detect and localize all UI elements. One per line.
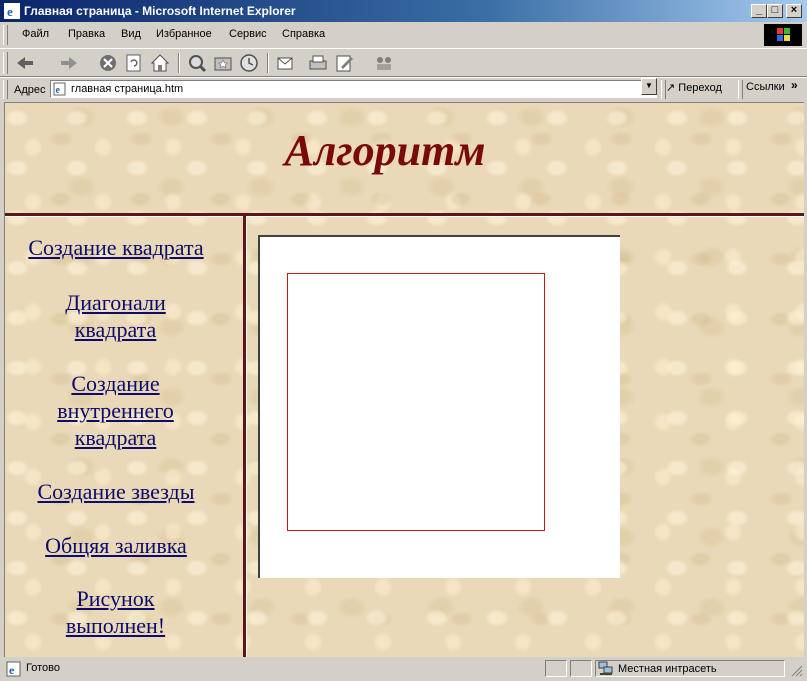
nav-link-fill[interactable]: Общяя заливка bbox=[11, 532, 221, 559]
go-arrow-icon: ↗ bbox=[666, 82, 676, 94]
go-button[interactable]: ↗ Переход bbox=[666, 81, 722, 94]
page-title: Алгоритм bbox=[284, 126, 486, 175]
intranet-icon bbox=[598, 661, 613, 675]
menu-file[interactable]: Файл bbox=[22, 28, 49, 40]
menu-view[interactable]: Вид bbox=[121, 28, 141, 40]
minimize-button[interactable]: _ bbox=[751, 4, 767, 18]
nav-link-drawing-done[interactable]: Рисунок выполнен! bbox=[43, 585, 188, 639]
toolbar-grip bbox=[3, 52, 8, 74]
back-icon[interactable] bbox=[14, 52, 36, 74]
status-bar: e Готово Местная интрасеть bbox=[0, 657, 807, 681]
links-grip bbox=[738, 80, 743, 99]
menu-favorites[interactable]: Избранное bbox=[156, 28, 212, 40]
nav-link-square-diagonals[interactable]: Диагонали квадрата bbox=[33, 289, 198, 343]
title-bar: e Главная страница - Microsoft Internet … bbox=[0, 0, 807, 22]
status-panel bbox=[545, 660, 567, 677]
svg-text:e: e bbox=[9, 663, 15, 677]
home-icon[interactable] bbox=[149, 52, 171, 74]
frame-separator-vertical[interactable] bbox=[243, 216, 247, 657]
zone-text: Местная интрасеть bbox=[618, 663, 717, 675]
svg-text:e: e bbox=[56, 85, 61, 96]
edit-icon[interactable] bbox=[334, 52, 356, 74]
links-button[interactable]: Ссылки bbox=[746, 81, 785, 93]
search-icon[interactable] bbox=[186, 52, 208, 74]
toolbar-separator bbox=[178, 53, 180, 73]
drawing-canvas bbox=[258, 235, 620, 578]
toolbar: ▼ ▼ ▼ ▼ ▼ bbox=[0, 49, 807, 114]
menu-tools[interactable]: Сервис bbox=[229, 28, 267, 40]
resize-grip-icon[interactable] bbox=[791, 665, 803, 677]
windows-logo-icon bbox=[764, 24, 802, 46]
menu-help[interactable]: Справка bbox=[282, 28, 325, 40]
menubar-grip bbox=[3, 25, 8, 45]
go-label: Переход bbox=[678, 82, 722, 94]
menu-edit[interactable]: Правка bbox=[68, 28, 105, 40]
addressbar-grip bbox=[3, 80, 8, 99]
nav-link-create-inner-square[interactable]: Создание внутреннего квадрата bbox=[33, 370, 198, 451]
history-icon[interactable] bbox=[238, 52, 260, 74]
window-title: Главная страница - Microsoft Internet Ex… bbox=[24, 4, 296, 18]
address-input[interactable]: e главная страница.htm bbox=[50, 80, 657, 98]
page-content: Алгоритм Создание квадрата Диагонали ква… bbox=[4, 102, 804, 657]
status-panel bbox=[570, 660, 592, 677]
address-label: Адрес bbox=[14, 84, 46, 96]
discuss-icon[interactable] bbox=[373, 52, 395, 74]
maximize-button[interactable]: □ bbox=[767, 4, 783, 18]
address-value: главная страница.htm bbox=[71, 83, 184, 95]
stop-icon[interactable] bbox=[97, 52, 119, 74]
refresh-icon[interactable] bbox=[123, 52, 145, 74]
chevron-down-icon: ▼ bbox=[645, 81, 653, 90]
red-square-outline bbox=[287, 273, 545, 531]
ie-status-icon: e bbox=[6, 661, 21, 677]
forward-icon[interactable] bbox=[58, 52, 80, 74]
toolbar-separator bbox=[267, 53, 269, 73]
close-button[interactable]: × bbox=[786, 4, 802, 18]
links-more-icon[interactable]: » bbox=[791, 78, 798, 92]
ie-logo-icon: e bbox=[4, 3, 20, 19]
zone-panel: Местная интрасеть bbox=[595, 660, 785, 677]
svg-text:e: e bbox=[7, 4, 13, 19]
favorites-icon[interactable] bbox=[212, 52, 234, 74]
status-text: Готово bbox=[26, 662, 60, 674]
nav-link-create-star[interactable]: Создание звезды bbox=[11, 478, 221, 505]
address-dropdown-button[interactable]: ▼ bbox=[641, 78, 657, 95]
nav-link-create-square[interactable]: Создание квадрата bbox=[11, 234, 221, 261]
page-icon: e bbox=[53, 82, 66, 96]
mail-icon[interactable] bbox=[275, 52, 297, 74]
menu-bar: Файл Правка Вид Избранное Сервис Справка bbox=[0, 22, 807, 49]
frame-separator-horizontal[interactable] bbox=[5, 213, 804, 217]
print-icon[interactable] bbox=[307, 52, 329, 74]
